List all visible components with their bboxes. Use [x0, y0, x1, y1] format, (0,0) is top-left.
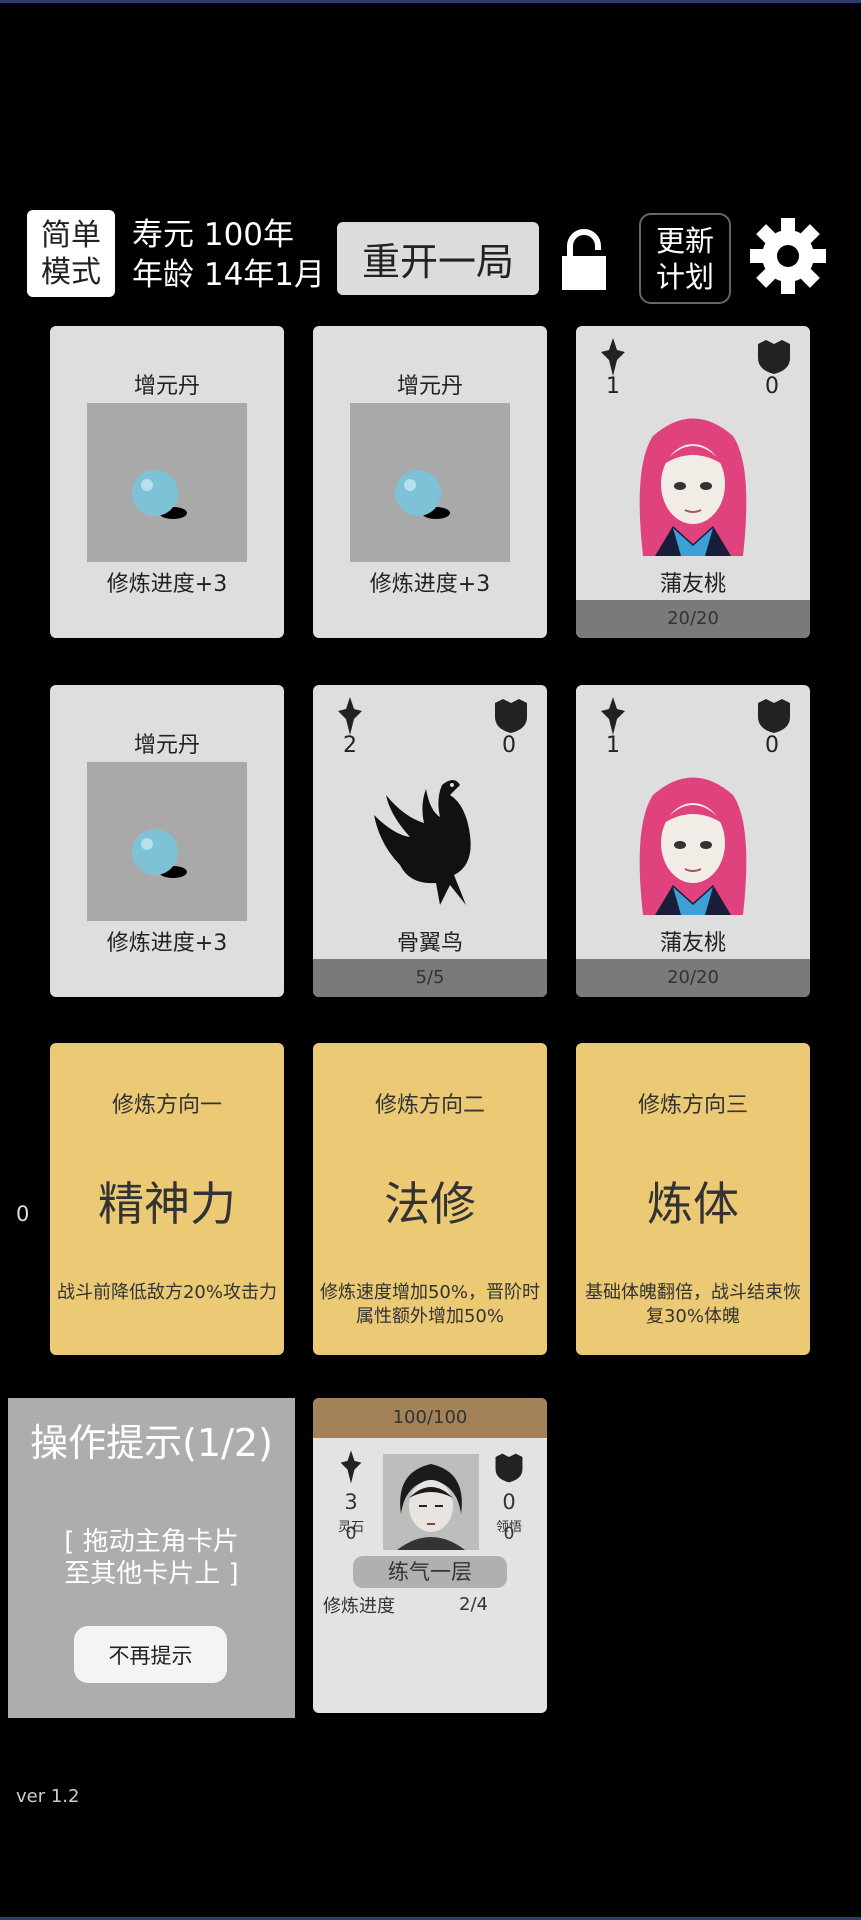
hp-bar: 5/5 — [313, 959, 547, 997]
mode-button[interactable]: 简单 模式 — [27, 210, 115, 297]
card-title: 增元丹 — [133, 733, 200, 758]
top-border — [0, 0, 861, 3]
pill-card[interactable]: 增元丹 修炼进度+3 — [50, 685, 284, 997]
sword-icon — [338, 697, 362, 735]
direction-name: 炼体 — [647, 1177, 739, 1231]
card-desc: 修炼进度+3 — [369, 572, 491, 597]
hint-panel: 操作提示(1/2) [ 拖动主角卡片 至其他卡片上 ] 不再提示 — [8, 1398, 295, 1718]
pill-image — [87, 762, 247, 921]
pill-card[interactable]: 增元丹 修炼进度+3 — [50, 326, 284, 638]
age-text: 年龄 14年1月 — [132, 257, 326, 293]
plan-label-line2: 计划 — [655, 259, 714, 294]
direction-desc: 战斗前降低敌方20%攻击力 — [56, 1282, 277, 1303]
direction-desc: 基础体魄翻倍，战斗结束恢复30%体魄 — [585, 1282, 801, 1327]
dismiss-hint-button[interactable]: 不再提示 — [74, 1626, 227, 1683]
hero-face-icon — [383, 1454, 479, 1550]
version-label: ver 1.2 — [16, 1786, 80, 1807]
enemy-card[interactable]: 1 0 蒲友桃 20/20 — [576, 326, 810, 638]
pill-icon — [132, 829, 187, 878]
realm-badge: 练气一层 — [353, 1556, 507, 1588]
side-counter: 0 — [16, 1202, 30, 1226]
hp-bar: 20/20 — [576, 959, 810, 997]
life-info: 寿元 100年 年龄 14年1月 — [132, 215, 325, 295]
enemy-card[interactable]: 1 0 蒲友桃 20/20 — [576, 685, 810, 997]
shield-icon — [758, 699, 790, 733]
enemy-name: 蒲友桃 — [659, 931, 726, 956]
pink-hair-girl-portrait — [639, 777, 747, 915]
sword-icon — [601, 697, 625, 735]
pill-card[interactable]: 增元丹 修炼进度+3 — [313, 326, 547, 638]
hint-title: 操作提示(1/2) — [30, 1421, 273, 1465]
pill-image — [350, 403, 510, 562]
hero-portrait — [383, 1454, 479, 1550]
black-bird-portrait — [374, 780, 471, 905]
enemy-name: 蒲友桃 — [659, 572, 726, 597]
sword-icon — [340, 1450, 362, 1484]
hint-line: 至其他卡片上 ] — [64, 1559, 239, 1589]
card-title: 增元丹 — [133, 374, 200, 399]
card-desc: 修炼进度+3 — [106, 931, 228, 956]
enemy-card[interactable]: 2 0 骨翼鸟 5/5 — [313, 685, 547, 997]
hp-bar: 20/20 — [576, 600, 810, 638]
hero-defense: 0 — [502, 1490, 516, 1514]
sword-icon — [601, 338, 625, 376]
attack-value: 2 — [343, 733, 357, 758]
lock-icon[interactable] — [562, 228, 606, 290]
hero-attack: 3 — [344, 1490, 358, 1514]
enemy-name: 骨翼鸟 — [396, 931, 463, 956]
gear-icon[interactable] — [750, 218, 826, 294]
restart-button[interactable]: 重开一局 — [337, 222, 539, 295]
attack-value: 1 — [606, 733, 620, 758]
hero-attack-sub: 0 — [345, 1524, 357, 1544]
shield-icon — [495, 699, 527, 733]
direction-title: 修炼方向二 — [374, 1093, 485, 1118]
defense-value: 0 — [502, 733, 516, 758]
mode-label-line1: 简单 — [41, 217, 101, 253]
pill-image — [87, 403, 247, 562]
progress-label: 修炼进度 — [323, 1596, 395, 1617]
lifespan-text: 寿元 100年 — [132, 217, 295, 253]
direction-card[interactable]: 修炼方向三 炼体 基础体魄翻倍，战斗结束恢复30%体魄 — [576, 1043, 810, 1355]
direction-name: 法修 — [384, 1177, 476, 1231]
mode-label-line2: 模式 — [41, 254, 101, 290]
update-plan-button[interactable]: 更新 计划 — [639, 213, 731, 304]
direction-title: 修炼方向三 — [637, 1093, 748, 1118]
card-title: 增元丹 — [396, 374, 463, 399]
pink-hair-girl-portrait — [639, 418, 747, 556]
direction-card[interactable]: 修炼方向二 法修 修炼速度增加50%，晋阶时属性额外增加50% — [313, 1043, 547, 1355]
direction-title: 修炼方向一 — [111, 1093, 222, 1118]
hint-body: [ 拖动主角卡片 至其他卡片上 ] — [8, 1526, 295, 1590]
hero-card[interactable]: 100/100 3 灵石 0 0 领悟 0 练气一层 修炼进度 2/4 — [313, 1398, 547, 1713]
shield-icon — [758, 340, 790, 374]
hero-hp-bar: 100/100 — [313, 1398, 547, 1438]
shield-icon — [495, 1453, 523, 1483]
defense-value: 0 — [765, 733, 779, 758]
pill-icon — [395, 470, 450, 519]
hint-line: [ 拖动主角卡片 — [64, 1527, 239, 1557]
direction-desc: 修炼速度增加50%，晋阶时属性额外增加50% — [319, 1282, 540, 1327]
card-desc: 修炼进度+3 — [106, 572, 228, 597]
direction-card[interactable]: 修炼方向一 精神力 战斗前降低敌方20%攻击力 — [50, 1043, 284, 1355]
pill-icon — [132, 470, 187, 519]
attack-value: 1 — [606, 374, 620, 399]
progress-value: 2/4 — [459, 1594, 488, 1615]
defense-value: 0 — [765, 374, 779, 399]
hero-defense-sub: 0 — [503, 1524, 515, 1544]
plan-label-line1: 更新 — [655, 223, 714, 258]
direction-name: 精神力 — [98, 1177, 236, 1231]
